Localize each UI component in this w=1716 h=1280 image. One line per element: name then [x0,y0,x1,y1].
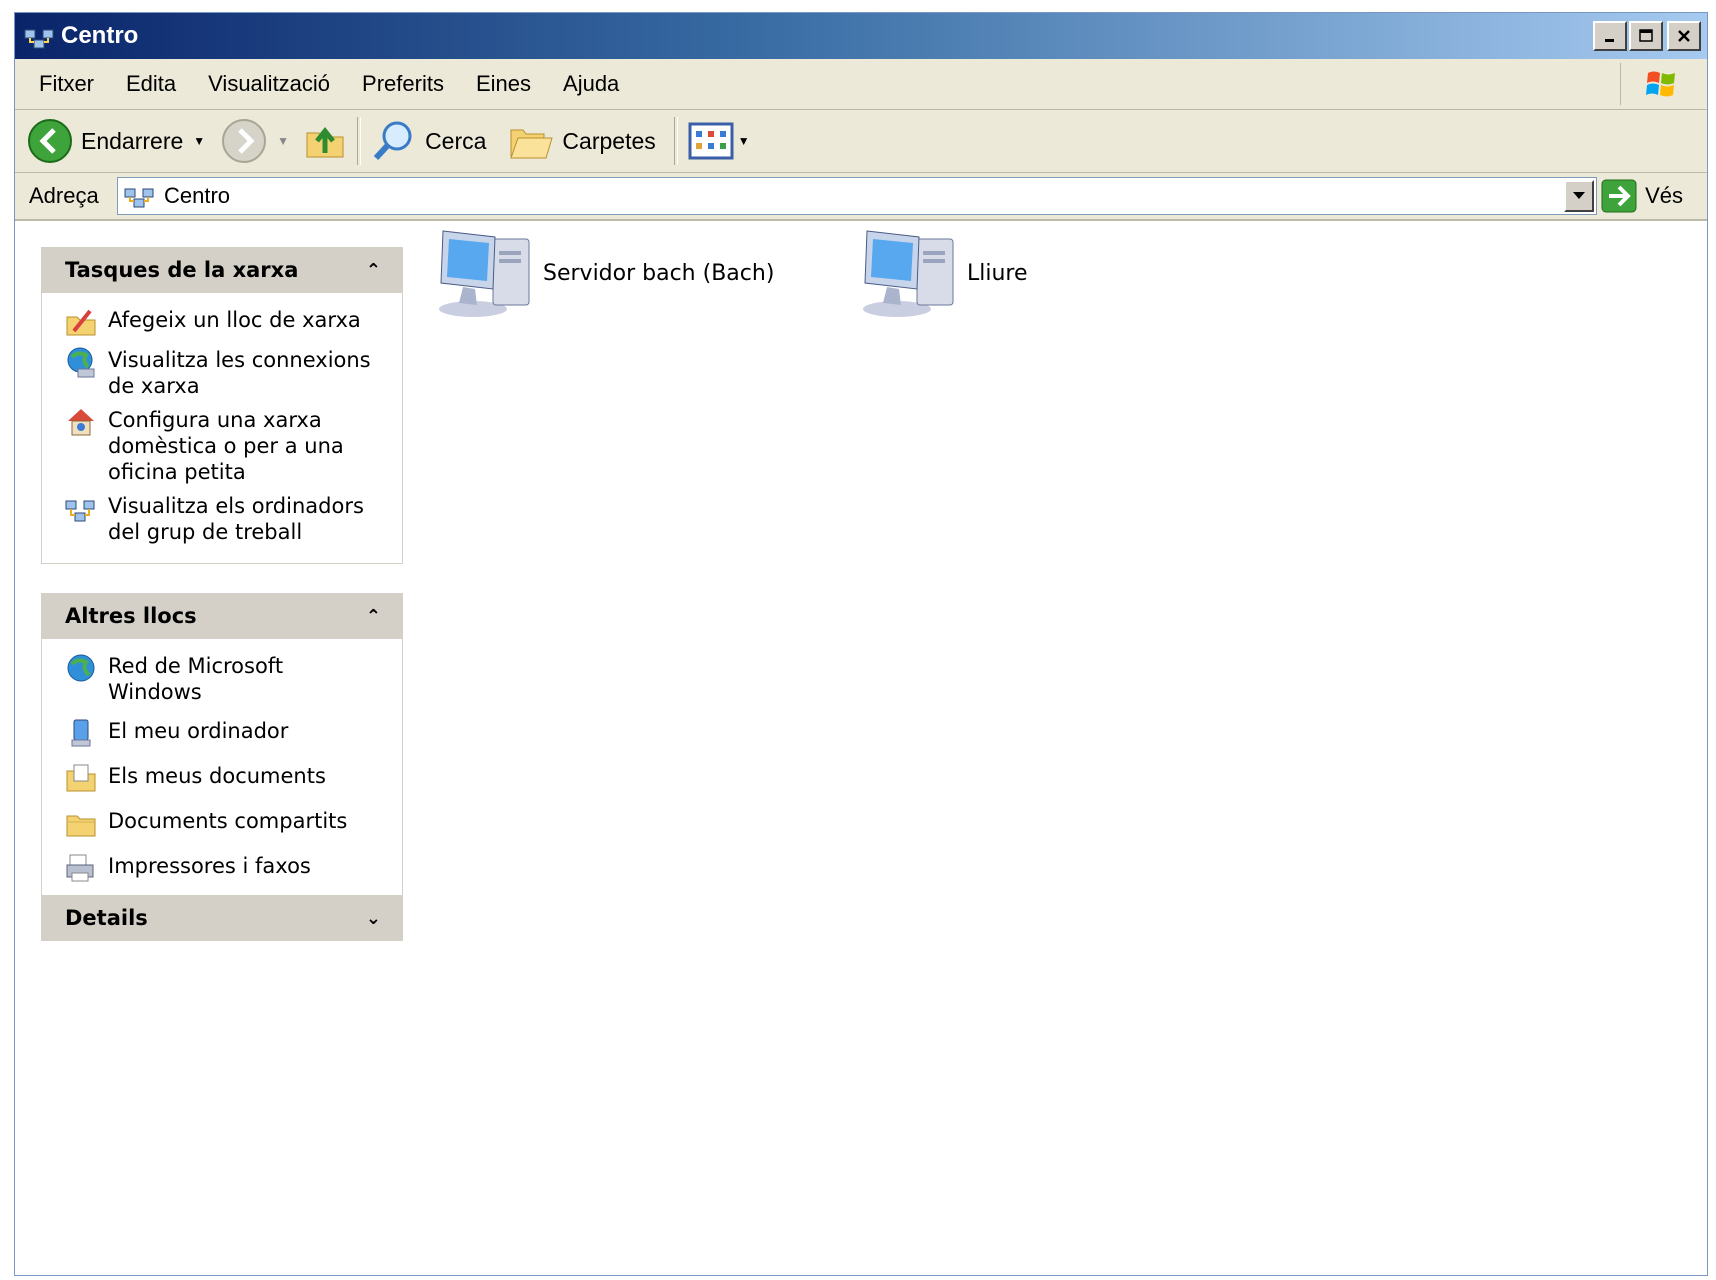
toolbar-separator [357,117,362,165]
minimize-button[interactable] [1593,21,1627,51]
panel-title: Altres llocs [65,604,197,628]
computer-icon [863,230,954,317]
item-label: Servidor bach (Bach) [543,260,775,286]
go-arrow-icon [1601,179,1637,213]
folders-icon [510,129,554,159]
close-button[interactable] [1667,21,1701,51]
printer-icon [66,854,94,882]
chevron-down-icon [1573,192,1585,199]
up-folder-icon [306,126,344,158]
back-button[interactable]: Endarrere ▼ [27,114,205,168]
expand-chevron-icon[interactable]: ⌄ [366,908,381,929]
address-bar: Adreça Centro Vés [15,173,1707,221]
task-setup-home-network[interactable]: Configura una xarxa domèstica o per a un… [64,407,402,485]
folders-label: Carpetes [562,127,656,154]
add-network-place-icon [66,309,96,336]
forward-button[interactable]: ▼ [221,114,289,168]
address-label: Adreça [29,183,99,208]
other-places-header[interactable]: Altres llocs ⌃ [41,593,403,639]
place-my-documents[interactable]: Els meus documents [64,763,402,795]
place-shared-documents[interactable]: Documents compartits [64,808,402,840]
views-button[interactable]: ▼ [688,114,750,168]
home-network-icon [68,409,94,436]
go-label: Vés [1645,183,1683,208]
collapse-chevron-icon[interactable]: ⌃ [366,260,381,281]
window-title: Centro [61,22,139,49]
search-icon [373,121,412,161]
search-label: Cerca [425,127,487,154]
task-view-workgroup-computers[interactable]: Visualitza els ordinadors del grup de tr… [64,493,402,545]
my-documents-icon [66,764,96,792]
network-folder-icon [23,20,55,52]
forward-arrow-icon [222,119,267,163]
task-view-network-connections[interactable]: Visualitza les connexions de xarxa [64,347,402,399]
address-dropdown-button[interactable] [1564,180,1594,212]
menu-tools[interactable]: Eines [460,71,547,97]
computer-icon [439,230,530,317]
standard-toolbar: Endarrere ▼ ▼ Cerca Carpetes ▼ [15,110,1707,173]
back-dropdown-icon[interactable]: ▼ [193,134,205,148]
back-label: Endarrere [81,127,184,154]
collapse-chevron-icon[interactable]: ⌃ [366,606,381,627]
address-value: Centro [164,183,231,208]
globe-network-icon [67,654,95,682]
go-button[interactable]: Vés [1601,179,1683,213]
search-button[interactable]: Cerca [371,114,486,168]
menu-view[interactable]: Visualització [192,71,346,97]
menu-favorites[interactable]: Preferits [346,71,460,97]
explorer-window: Centro Fitxer Edita Visualització Prefer… [14,12,1708,1276]
details-header[interactable]: Details ⌄ [41,895,403,941]
network-connections-icon [67,347,95,378]
network-computer-item[interactable]: Servidor bach (Bach) [433,225,774,321]
details-panel: Details ⌄ [41,895,403,941]
folders-button[interactable]: Carpetes [508,114,656,168]
network-folder-icon [124,188,154,208]
task-pane: Tasques de la xarxa ⌃ Afegeix un lloc de… [15,221,427,1275]
item-label: Lliure [967,260,1028,286]
back-arrow-icon [28,119,72,163]
network-tasks-header[interactable]: Tasques de la xarxa ⌃ [41,247,403,293]
title-bar[interactable]: Centro [15,13,1707,59]
address-input[interactable]: Centro [117,177,1597,215]
views-dropdown-icon[interactable]: ▼ [738,134,750,148]
menu-bar: Fitxer Edita Visualització Preferits Ein… [15,59,1707,110]
my-computer-icon [71,719,91,747]
shared-folder-icon [66,815,96,837]
place-microsoft-network[interactable]: Red de Microsoft Windows [64,653,402,705]
menu-edit[interactable]: Edita [110,71,192,97]
windows-logo-icon [1620,63,1701,105]
maximize-button[interactable] [1629,21,1663,51]
network-computer-item[interactable]: Lliure [857,225,1028,321]
close-icon [1678,30,1690,42]
views-icon [688,122,734,160]
menu-help[interactable]: Ajuda [547,71,635,97]
place-printers-faxes[interactable]: Impressores i faxos [64,853,402,885]
toolbar-separator [673,117,678,165]
panel-title: Tasques de la xarxa [65,258,299,282]
network-tasks-panel: Tasques de la xarxa ⌃ Afegeix un lloc de… [41,247,403,564]
maximize-icon [1639,29,1653,42]
minimize-icon [1605,39,1614,42]
menu-file[interactable]: Fitxer [35,71,110,97]
task-add-network-place[interactable]: Afegeix un lloc de xarxa [64,307,402,339]
other-places-panel: Altres llocs ⌃ Red de Microsoft Windows [41,593,403,909]
workgroup-computers-icon [65,500,95,522]
panel-title: Details [65,906,148,930]
place-my-computer[interactable]: El meu ordinador [64,718,402,750]
forward-dropdown-icon[interactable]: ▼ [277,134,289,148]
up-folder-button[interactable] [303,114,347,168]
